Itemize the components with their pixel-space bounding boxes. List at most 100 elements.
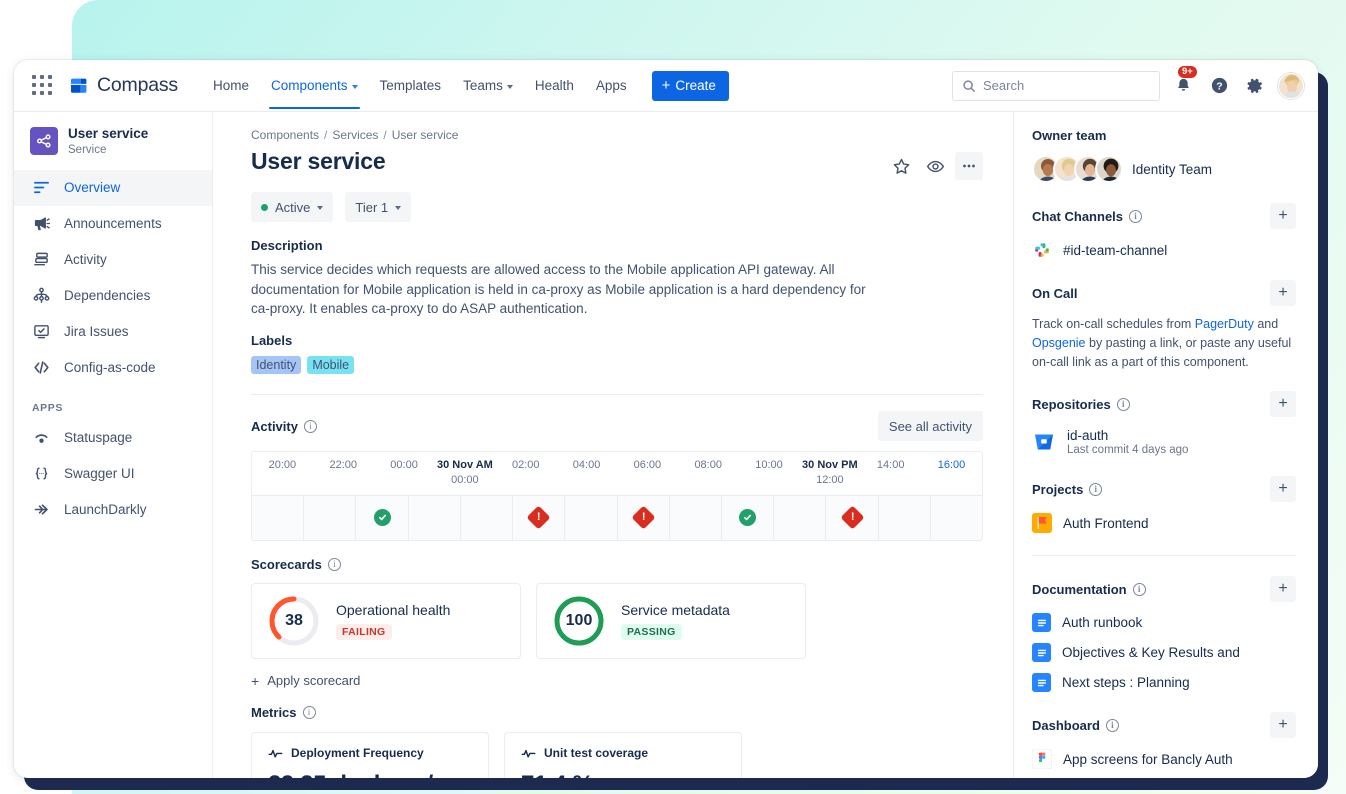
search-box[interactable]	[952, 71, 1160, 101]
info-icon[interactable]: i	[1129, 210, 1142, 223]
sidebar-item-swagger-ui[interactable]: Swagger UI	[14, 456, 212, 492]
timeline-cell[interactable]: !	[618, 496, 670, 540]
timeline-tick: 00:00	[374, 452, 435, 495]
event-error-icon[interactable]: !	[631, 506, 655, 530]
info-icon[interactable]: i	[1106, 719, 1119, 732]
metrics-header: Metrics	[251, 705, 297, 720]
sidebar-item-activity[interactable]: Activity	[14, 242, 212, 278]
project-item[interactable]: Auth Frontend	[1032, 513, 1296, 533]
timeline-cell[interactable]	[461, 496, 513, 540]
documentation-name: Next steps : Planning	[1062, 675, 1190, 690]
overview-icon	[32, 179, 50, 196]
tick-label: 00:00	[390, 459, 418, 471]
timeline-cell[interactable]	[304, 496, 356, 540]
see-all-activity-button[interactable]: See all activity	[878, 411, 983, 441]
sidebar-item-dependencies[interactable]: Dependencies	[14, 278, 212, 314]
owner-team-row[interactable]: Identity Team	[1032, 155, 1296, 183]
pulse-icon	[268, 746, 283, 761]
sidebar-item-overview[interactable]: Overview	[14, 170, 212, 206]
event-success-icon[interactable]	[374, 509, 391, 526]
document-icon	[1032, 673, 1051, 692]
sidebar-item-launchdarkly[interactable]: LaunchDarkly	[14, 492, 212, 528]
nav-item-apps[interactable]: Apps	[585, 62, 638, 109]
info-icon[interactable]: i	[1133, 583, 1146, 596]
create-button[interactable]: + Create	[652, 71, 729, 101]
metric-card-unit-test-coverage[interactable]: Unit test coverage 71.4 %	[504, 732, 742, 778]
star-icon[interactable]	[887, 152, 915, 180]
scorecard-service-metadata[interactable]: 100 Service metadata PASSING	[536, 583, 806, 659]
add-on-call-button[interactable]: +	[1270, 280, 1296, 306]
pagerduty-link[interactable]: PagerDuty	[1195, 317, 1254, 331]
compass-logo[interactable]: Compass	[68, 74, 178, 97]
metric-header: Unit test coverage	[521, 746, 725, 761]
event-error-icon[interactable]: !	[527, 506, 551, 530]
scorecard-status-badge: FAILING	[336, 624, 392, 640]
status-dropdown[interactable]: Active	[251, 192, 333, 222]
sidebar-item-announcements[interactable]: Announcements	[14, 206, 212, 242]
breadcrumb-user-service[interactable]: User service	[392, 128, 459, 142]
metric-card-deployment-frequency[interactable]: Deployment Frequency 29.25 deploys / wee…	[251, 732, 489, 778]
timeline-cell[interactable]	[565, 496, 617, 540]
scorecard-operational-health[interactable]: 38 Operational health FAILING	[251, 583, 521, 659]
search-input[interactable]	[983, 78, 1150, 93]
nav-item-templates[interactable]: Templates	[369, 62, 453, 109]
more-actions-icon[interactable]	[955, 152, 983, 180]
event-error-icon[interactable]: !	[840, 506, 864, 530]
settings-gear-icon[interactable]	[1242, 73, 1268, 99]
tier-dropdown[interactable]: Tier 1	[345, 192, 411, 222]
timeline-cell[interactable]	[931, 496, 982, 540]
help-icon[interactable]: ?	[1206, 73, 1232, 99]
timeline-cell[interactable]: !	[513, 496, 565, 540]
sidebar-item-statuspage[interactable]: Statuspage	[14, 420, 212, 456]
label-chip[interactable]: Mobile	[307, 356, 354, 374]
timeline-cell[interactable]	[774, 496, 826, 540]
sidebar-item-config-as-code[interactable]: Config-as-code	[14, 350, 212, 386]
sidebar-item-jira-issues[interactable]: Jira Issues	[14, 314, 212, 350]
add-dashboard-button[interactable]: +	[1270, 712, 1296, 738]
timeline-cell[interactable]	[252, 496, 304, 540]
info-icon[interactable]: i	[303, 706, 316, 719]
app-switcher-icon[interactable]	[32, 75, 54, 97]
scorecard-name: Service metadata	[621, 602, 730, 618]
scorecards-header: Scorecards	[251, 557, 322, 572]
timeline-cell[interactable]	[879, 496, 931, 540]
add-documentation-button[interactable]: +	[1270, 576, 1296, 602]
nav-item-health[interactable]: Health	[524, 62, 585, 109]
event-success-icon[interactable]	[739, 509, 756, 526]
add-chat-channel-button[interactable]: +	[1270, 203, 1296, 229]
documentation-item[interactable]: Auth runbook	[1032, 613, 1296, 632]
info-icon[interactable]: i	[304, 420, 317, 433]
repository-item[interactable]: id-auth Last commit 4 days ago	[1032, 428, 1296, 456]
nav-item-teams[interactable]: Teams	[452, 62, 524, 109]
nav-item-components[interactable]: Components	[260, 62, 369, 109]
dashboard-item[interactable]: App screens for Bancly Auth	[1032, 749, 1296, 769]
documentation-item[interactable]: Objectives & Key Results and	[1032, 643, 1296, 662]
opsgenie-link[interactable]: Opsgenie	[1032, 336, 1086, 350]
sidebar-component-header[interactable]: User service Service	[14, 126, 212, 170]
chat-channel-item[interactable]: #id-team-channel	[1032, 240, 1296, 260]
timeline-cell[interactable]	[670, 496, 722, 540]
timeline-cell[interactable]	[356, 496, 408, 540]
apply-scorecard-button[interactable]: + Apply scorecard	[251, 673, 983, 689]
timeline-cell[interactable]	[722, 496, 774, 540]
add-project-button[interactable]: +	[1270, 476, 1296, 502]
info-icon[interactable]: i	[1117, 398, 1130, 411]
info-icon[interactable]: i	[328, 558, 341, 571]
breadcrumb-services[interactable]: Services	[332, 128, 378, 142]
label-chip[interactable]: Identity	[251, 356, 301, 374]
notification-bell-icon[interactable]: 9+	[1170, 73, 1196, 99]
breadcrumb-components[interactable]: Components	[251, 128, 319, 142]
nav-item-home[interactable]: Home	[202, 62, 260, 109]
timeline-tick: 14:00	[860, 452, 921, 495]
documentation-item[interactable]: Next steps : Planning	[1032, 673, 1296, 692]
dashboard-block: Dashboard i + App screens for Bancly Aut…	[1032, 712, 1296, 769]
on-call-text-part: Track on-call schedules from	[1032, 317, 1195, 331]
timeline-cell[interactable]	[409, 496, 461, 540]
chat-channels-label: Chat Channels	[1032, 209, 1123, 224]
watch-eye-icon[interactable]	[921, 152, 949, 180]
timeline-cell[interactable]: !	[826, 496, 878, 540]
add-repository-button[interactable]: +	[1270, 391, 1296, 417]
info-icon[interactable]: i	[1089, 483, 1102, 496]
profile-avatar[interactable]	[1278, 73, 1304, 99]
timeline-cells: ! ! !	[252, 496, 982, 540]
